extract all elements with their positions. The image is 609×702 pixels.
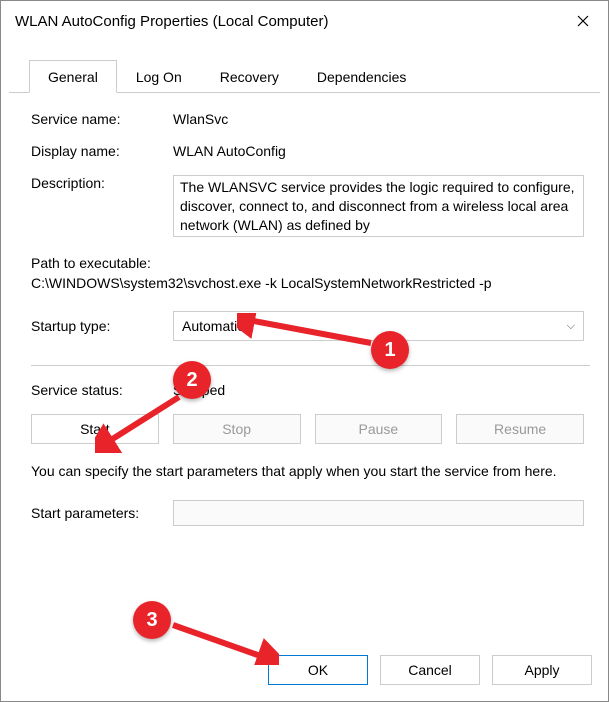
display-name-value: WLAN AutoConfig xyxy=(173,143,584,159)
stop-button: Stop xyxy=(173,414,301,444)
annotation-badge-3: 3 xyxy=(133,601,171,639)
titlebar: WLAN AutoConfig Properties (Local Comput… xyxy=(1,1,608,41)
tab-logon[interactable]: Log On xyxy=(117,60,201,93)
chevron-down-icon: ⌵ xyxy=(567,320,575,333)
tab-recovery[interactable]: Recovery xyxy=(201,60,298,93)
tab-content: Service name: WlanSvc Display name: WLAN… xyxy=(1,93,608,641)
close-icon xyxy=(577,15,589,27)
service-name-label: Service name: xyxy=(31,111,173,127)
cancel-button[interactable]: Cancel xyxy=(380,655,480,685)
annotation-badge-2: 2 xyxy=(173,361,211,399)
path-value: C:\WINDOWS\system32\svchost.exe -k Local… xyxy=(31,275,584,291)
tab-general[interactable]: General xyxy=(29,60,117,93)
apply-button[interactable]: Apply xyxy=(492,655,592,685)
path-label: Path to executable: xyxy=(31,255,584,271)
dialog-footer: OK Cancel Apply xyxy=(1,641,608,701)
pause-button: Pause xyxy=(315,414,443,444)
service-status-label: Service status: xyxy=(31,382,173,398)
resume-button: Resume xyxy=(456,414,584,444)
divider xyxy=(31,365,590,366)
annotation-badge-1: 1 xyxy=(371,331,409,369)
close-button[interactable] xyxy=(560,2,606,40)
start-params-label: Start parameters: xyxy=(31,505,173,521)
service-name-value: WlanSvc xyxy=(173,111,584,127)
display-name-label: Display name: xyxy=(31,143,173,159)
tab-strip: General Log On Recovery Dependencies xyxy=(9,41,600,93)
properties-dialog: WLAN AutoConfig Properties (Local Comput… xyxy=(0,0,609,702)
help-text: You can specify the start parameters tha… xyxy=(31,462,584,482)
start-button[interactable]: Start xyxy=(31,414,159,444)
ok-button[interactable]: OK xyxy=(268,655,368,685)
window-title: WLAN AutoConfig Properties (Local Comput… xyxy=(15,13,560,30)
start-params-input[interactable] xyxy=(173,500,584,526)
startup-type-label: Startup type: xyxy=(31,318,173,334)
startup-type-value: Automatic xyxy=(182,318,244,334)
description-label: Description: xyxy=(31,175,173,191)
description-box[interactable]: The WLANSVC service provides the logic r… xyxy=(173,175,584,237)
tab-dependencies[interactable]: Dependencies xyxy=(298,60,426,93)
